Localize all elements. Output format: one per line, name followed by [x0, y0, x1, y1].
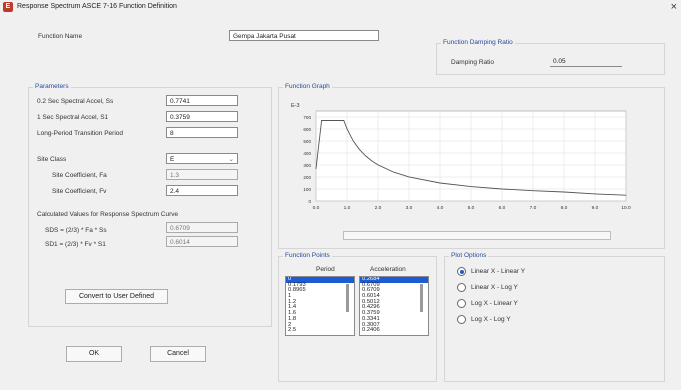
calc-title: Calculated Values for Response Spectrum … — [37, 211, 179, 218]
close-icon[interactable]: × — [671, 1, 677, 13]
app-icon: E — [3, 2, 13, 12]
fv-input[interactable]: 2.4 — [166, 185, 238, 196]
y-tick-label: 600 — [303, 127, 311, 132]
x-tick-label: 2.0 — [375, 205, 382, 211]
y-tick-label: 700 — [303, 115, 311, 120]
option-log-log-label: Log X - Log Y — [471, 316, 511, 323]
fv-label: Site Coefficient, Fv — [52, 188, 107, 195]
function-name-input[interactable]: Gempa Jakarta Pusat — [229, 30, 379, 41]
x-tick-label: 5.0 — [468, 205, 475, 211]
curve-point — [346, 128, 348, 130]
damping-ratio-input[interactable]: 0.05 — [550, 56, 622, 67]
s1-label: 1 Sec Spectral Accel, S1 — [37, 114, 109, 121]
option-linear-linear-label: Linear X - Linear Y — [471, 268, 526, 275]
plot-options-group-title: Plot Options — [449, 252, 489, 259]
fa-label: Site Coefficient, Fa — [52, 172, 107, 179]
window-title: Response Spectrum ASCE 7-16 Function Def… — [17, 3, 177, 10]
tl-input[interactable]: 8 — [166, 127, 238, 138]
ok-button[interactable]: OK — [66, 346, 122, 362]
curve-point — [439, 182, 441, 184]
period-list-item[interactable]: 2.5 — [286, 327, 354, 334]
function-name-label: Function Name — [38, 33, 83, 40]
y-tick-label: 500 — [303, 139, 311, 144]
x-tick-label: 9.0 — [592, 205, 599, 211]
curve-point — [371, 160, 373, 162]
chevron-down-icon: ⌄ — [228, 156, 234, 163]
curve-point — [393, 171, 394, 173]
acceleration-list-item[interactable]: 0.2406 — [360, 327, 428, 334]
curve-point — [408, 176, 410, 178]
acceleration-header: Acceleration — [370, 266, 406, 273]
s1-input[interactable]: 0.3759 — [166, 111, 238, 122]
fa-input: 1.3 — [166, 169, 238, 180]
x-tick-label: 0.0 — [313, 205, 320, 211]
curve-point — [315, 168, 317, 170]
curve-point — [377, 164, 379, 166]
radio-linear-log[interactable] — [457, 283, 466, 292]
x-tick-label: 4.0 — [437, 205, 444, 211]
ss-input[interactable]: 0.7741 — [166, 95, 238, 106]
x-tick-label: 6.0 — [499, 205, 506, 211]
function-graph: E-3 700 600 500 400 300 200 100 0 0.0 1.0 2.0 3.0 4… — [291, 103, 631, 211]
curve-point — [365, 155, 366, 157]
y-tick-label: 100 — [303, 187, 311, 192]
curve-point — [594, 193, 596, 195]
site-class-value: E — [170, 156, 175, 163]
cancel-button[interactable]: Cancel — [150, 346, 206, 362]
option-log-linear-label: Log X - Linear Y — [471, 300, 518, 307]
x-tick-label: 10.0 — [621, 205, 631, 211]
acceleration-list[interactable]: 0.2684 0.6709 0.6709 0.6014 0.5012 0.4296 0.37… — [359, 276, 429, 336]
acceleration-scrollbar[interactable] — [420, 284, 423, 312]
curve-point — [563, 191, 565, 193]
radio-log-log[interactable] — [457, 315, 466, 324]
y-tick-label: 0 — [308, 199, 311, 204]
x-tick-label: 7.0 — [530, 205, 537, 211]
curve-point — [343, 120, 345, 121]
x-tick-label: 3.0 — [406, 205, 413, 211]
tl-label: Long-Period Transition Period — [37, 130, 123, 137]
radio-linear-linear[interactable] — [457, 267, 466, 276]
curve-point — [321, 120, 322, 121]
function-points-group-title: Function Points — [283, 252, 332, 259]
sd1-label: SD1 = (2/3) * Fv * S1 — [45, 241, 106, 248]
period-header: Period — [316, 266, 335, 273]
graph-scrollbar[interactable] — [343, 231, 611, 240]
y-tick-label: 400 — [303, 151, 311, 156]
curve-point — [352, 140, 354, 142]
damping-ratio-label: Damping Ratio — [451, 59, 494, 66]
curve-point — [532, 190, 534, 192]
ss-label: 0.2 Sec Spectral Accel, Ss — [37, 98, 114, 105]
convert-to-user-defined-button[interactable]: Convert to User Defined — [65, 289, 168, 304]
x-tick-label: 1.0 — [344, 205, 351, 211]
y-tick-label: 200 — [303, 175, 311, 180]
period-scrollbar[interactable] — [346, 284, 349, 312]
y-tick-label: 300 — [303, 163, 311, 168]
period-list[interactable]: 0 0.1793 0.8965 1 1.2 1.4 1.6 1.8 2 2.5 — [285, 276, 355, 336]
sds-label: SDS = (2/3) * Fa * Ss — [45, 227, 107, 234]
radio-log-linear[interactable] — [457, 299, 466, 308]
curve-point — [501, 188, 503, 190]
curve-point — [359, 149, 360, 150]
sd1-output: 0.6014 — [166, 236, 238, 247]
parameters-group-title: Parameters — [33, 83, 71, 90]
x-tick-label: 8.0 — [561, 205, 568, 211]
site-class-label: Site Class — [37, 156, 67, 163]
function-graph-group-title: Function Graph — [283, 83, 332, 90]
site-class-select[interactable]: E ⌄ — [166, 153, 238, 164]
sds-output: 0.6709 — [166, 222, 238, 233]
damping-group-title: Function Damping Ratio — [441, 39, 515, 46]
option-linear-log-label: Linear X - Log Y — [471, 284, 518, 291]
y-unit-label: E-3 — [291, 103, 300, 109]
curve-point — [470, 186, 472, 187]
curve-point — [625, 194, 627, 196]
